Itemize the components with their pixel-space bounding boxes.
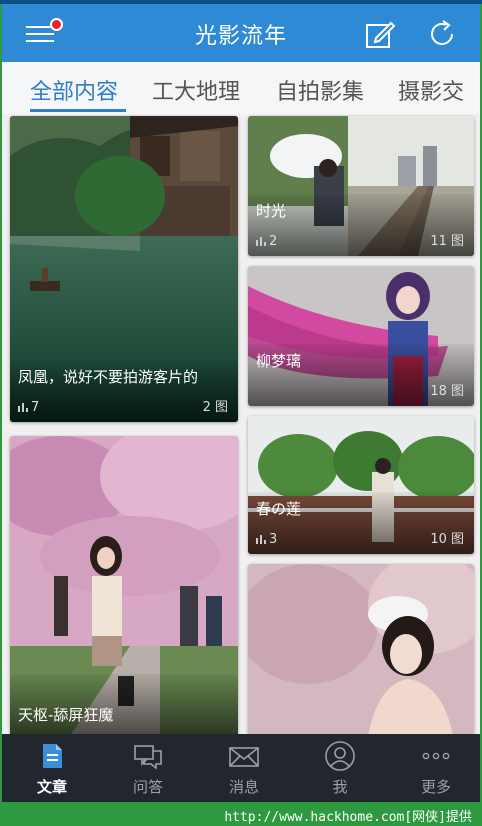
article-icon bbox=[43, 744, 62, 768]
album-card[interactable]: 春の莲 3 10 图 bbox=[248, 416, 474, 554]
nav-more[interactable]: 更多 bbox=[388, 734, 482, 802]
album-caption: 柳梦璃 18 图 bbox=[248, 344, 474, 406]
album-likes: 2 bbox=[256, 234, 277, 249]
nav-label: 文章 bbox=[36, 778, 67, 796]
album-likes-count: 7 bbox=[31, 400, 40, 415]
album-title: 天枢-舔屏狂魔 bbox=[18, 706, 114, 724]
album-title: 凤凰，说好不要拍游客片的 bbox=[18, 368, 199, 386]
album-likes: 7 bbox=[18, 400, 39, 415]
album-card[interactable]: 柳梦璃 18 图 bbox=[248, 266, 474, 406]
album-pic-count: 18 图 bbox=[430, 384, 464, 399]
album-pic-count: 10 图 bbox=[430, 532, 464, 547]
album-likes-count: 3 bbox=[269, 532, 278, 547]
album-card[interactable]: 凤凰，说好不要拍游客片的 7 2 图 bbox=[10, 116, 238, 422]
album-title: 春の莲 bbox=[256, 500, 302, 518]
app-frame: 光影流年 全部内容 工大地理 自拍影集 摄影交 凤凰，说好不要拍游客片的 7 2… bbox=[0, 0, 482, 826]
album-caption: 天枢-舔屏狂魔 bbox=[10, 674, 238, 734]
tab-all-content[interactable]: 全部内容 bbox=[30, 74, 118, 106]
album-card[interactable] bbox=[248, 564, 474, 734]
category-tabs: 全部内容 工大地理 自拍影集 摄影交 bbox=[0, 62, 482, 114]
bar-chart-icon bbox=[18, 403, 28, 412]
nav-label: 我 bbox=[332, 778, 348, 796]
more-dots-icon bbox=[422, 752, 450, 760]
tab-selfie-album[interactable]: 自拍影集 bbox=[276, 74, 364, 106]
nav-label: 问答 bbox=[132, 778, 163, 796]
envelope-icon bbox=[229, 747, 259, 767]
bar-chart-icon bbox=[256, 237, 266, 246]
album-pic-count: 11 图 bbox=[430, 234, 464, 249]
album-pic-count: 2 图 bbox=[202, 400, 228, 415]
bar-chart-icon bbox=[256, 535, 266, 544]
nav-label: 消息 bbox=[228, 778, 259, 796]
nav-qa[interactable]: 问答 bbox=[100, 734, 196, 802]
album-likes-count: 2 bbox=[269, 234, 278, 249]
refresh-button[interactable] bbox=[426, 18, 458, 50]
feed-grid: 凤凰，说好不要拍游客片的 7 2 图 时光 2 11 图 柳梦璃 18 图 春の… bbox=[0, 114, 482, 734]
chat-bubbles-icon bbox=[134, 745, 162, 770]
bottom-navigation: 文章 问答 消息 我 更多 bbox=[0, 734, 482, 802]
album-photo bbox=[248, 564, 474, 734]
tab-photography-exchange[interactable]: 摄影交 bbox=[398, 74, 464, 106]
album-caption: 凤凰，说好不要拍游客片的 7 2 图 bbox=[10, 360, 238, 422]
page-title: 光影流年 bbox=[194, 24, 287, 49]
nav-messages[interactable]: 消息 bbox=[196, 734, 292, 802]
nav-me[interactable]: 我 bbox=[292, 734, 388, 802]
album-caption: 时光 2 11 图 bbox=[248, 194, 474, 256]
compose-button[interactable] bbox=[364, 18, 396, 50]
album-card[interactable]: 天枢-舔屏狂魔 bbox=[10, 436, 238, 734]
watermark-footer: http://www.hackhome.com[网侠]提供 bbox=[0, 802, 482, 826]
album-title: 时光 bbox=[256, 202, 287, 220]
album-caption: 春の莲 3 10 图 bbox=[248, 492, 474, 554]
nav-label: 更多 bbox=[420, 778, 451, 796]
album-likes: 3 bbox=[256, 532, 277, 547]
album-card[interactable]: 时光 2 11 图 bbox=[248, 116, 474, 256]
active-tab-indicator bbox=[30, 109, 126, 112]
album-title: 柳梦璃 bbox=[256, 352, 302, 370]
tab-gongda-geography[interactable]: 工大地理 bbox=[152, 74, 240, 106]
refresh-icon bbox=[431, 20, 453, 45]
user-icon bbox=[325, 741, 355, 771]
edit-icon bbox=[366, 21, 396, 48]
nav-article[interactable]: 文章 bbox=[4, 734, 100, 802]
header-bar: 光影流年 bbox=[0, 4, 482, 62]
